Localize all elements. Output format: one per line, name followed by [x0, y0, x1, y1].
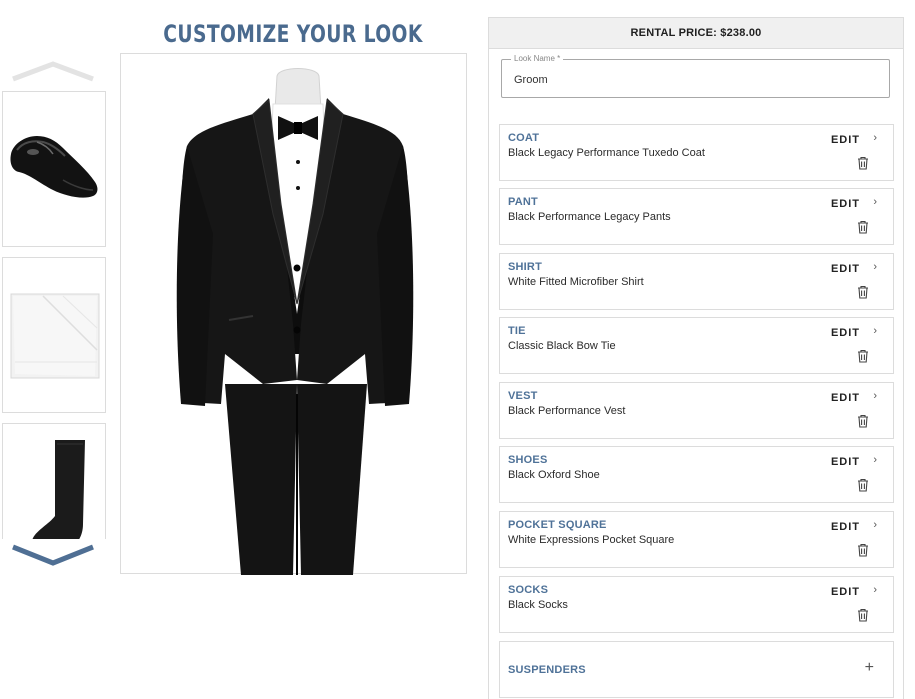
item-name: Classic Black Bow Tie	[508, 340, 616, 352]
trash-icon[interactable]	[857, 478, 869, 492]
chevron-right-icon: ›	[873, 454, 877, 466]
edit-button[interactable]: EDIT ›	[823, 189, 893, 213]
item-row-coat: COAT Black Legacy Performance Tuxedo Coa…	[499, 124, 894, 181]
chevron-right-icon: ›	[873, 519, 877, 531]
item-category: POCKET SQUARE	[508, 519, 607, 531]
edit-label: EDIT	[830, 134, 860, 146]
main-product-image	[120, 53, 467, 575]
thumbnail-shoe[interactable]	[2, 91, 106, 247]
page-title: CUSTOMIZE YOUR LOOK	[163, 20, 423, 48]
item-name: Black Legacy Performance Tuxedo Coat	[508, 147, 705, 159]
thumbnail-pocket-square[interactable]	[2, 257, 106, 413]
edit-label: EDIT	[830, 392, 860, 404]
item-row-socks: SOCKS Black Socks EDIT ›	[499, 576, 894, 633]
edit-button[interactable]: EDIT ›	[823, 383, 893, 407]
add-suspenders-button[interactable]: SUSPENDERS +	[499, 641, 894, 698]
edit-button[interactable]: EDIT ›	[823, 512, 893, 536]
edit-button[interactable]: EDIT ›	[823, 125, 893, 149]
trash-icon[interactable]	[857, 608, 869, 622]
chevron-up-icon	[12, 61, 94, 82]
chevron-right-icon: ›	[873, 196, 877, 208]
chevron-right-icon: ›	[873, 132, 877, 144]
item-category: SHIRT	[508, 261, 542, 273]
carousel-up-button[interactable]	[10, 60, 96, 82]
chevron-down-icon	[12, 544, 94, 566]
thumbnail-list	[0, 91, 110, 539]
item-name: Black Performance Vest	[508, 405, 626, 417]
edit-button[interactable]: EDIT ›	[823, 254, 893, 278]
rental-price: RENTAL PRICE: $238.00	[489, 18, 903, 49]
edit-label: EDIT	[830, 327, 860, 339]
item-category: SOCKS	[508, 584, 549, 596]
item-category: TIE	[508, 325, 526, 337]
item-category: VEST	[508, 390, 538, 402]
item-name: Black Socks	[508, 599, 568, 611]
plus-icon: +	[864, 659, 874, 676]
chevron-right-icon: ›	[873, 390, 877, 402]
item-row-pocket-square: POCKET SQUARE White Expressions Pocket S…	[499, 511, 894, 568]
trash-icon[interactable]	[857, 414, 869, 428]
trash-icon[interactable]	[857, 285, 869, 299]
edit-button[interactable]: EDIT ›	[823, 318, 893, 342]
chevron-right-icon: ›	[873, 584, 877, 596]
shoe-image	[10, 136, 98, 198]
look-panel: RENTAL PRICE: $238.00 Look Name * COAT B…	[488, 17, 904, 699]
carousel-down-button[interactable]	[10, 543, 96, 567]
item-name: White Expressions Pocket Square	[508, 534, 675, 546]
trash-icon[interactable]	[857, 220, 869, 234]
edit-label: EDIT	[830, 263, 860, 275]
item-name: Black Performance Legacy Pants	[508, 211, 671, 223]
item-category: SHOES	[508, 454, 548, 466]
trash-icon[interactable]	[857, 349, 869, 363]
edit-label: EDIT	[830, 521, 860, 533]
trash-icon[interactable]	[857, 543, 869, 557]
tuxedo-image	[176, 68, 414, 575]
edit-label: EDIT	[830, 456, 860, 468]
item-category: SUSPENDERS	[508, 664, 586, 676]
item-row-tie: TIE Classic Black Bow Tie EDIT ›	[499, 317, 894, 374]
item-name: Black Oxford Shoe	[508, 469, 600, 481]
item-row-pant: PANT Black Performance Legacy Pants EDIT…	[499, 188, 894, 245]
pocket-square-image	[10, 293, 100, 379]
thumbnail-sock[interactable]	[2, 423, 106, 539]
edit-button[interactable]: EDIT ›	[823, 577, 893, 601]
item-category: COAT	[508, 132, 540, 144]
item-row-vest: VEST Black Performance Vest EDIT ›	[499, 382, 894, 439]
edit-label: EDIT	[830, 586, 860, 598]
look-name-field: Look Name *	[501, 54, 890, 98]
trash-icon[interactable]	[857, 156, 869, 170]
item-name: White Fitted Microfiber Shirt	[508, 276, 644, 288]
item-category: PANT	[508, 196, 538, 208]
item-row-shirt: SHIRT White Fitted Microfiber Shirt EDIT…	[499, 253, 894, 310]
edit-button[interactable]: EDIT ›	[823, 447, 893, 471]
edit-label: EDIT	[830, 198, 860, 210]
item-row-shoes: SHOES Black Oxford Shoe EDIT ›	[499, 446, 894, 503]
chevron-right-icon: ›	[873, 325, 877, 337]
sock-image	[32, 440, 85, 539]
chevron-right-icon: ›	[873, 261, 877, 273]
look-name-input[interactable]	[502, 60, 889, 97]
